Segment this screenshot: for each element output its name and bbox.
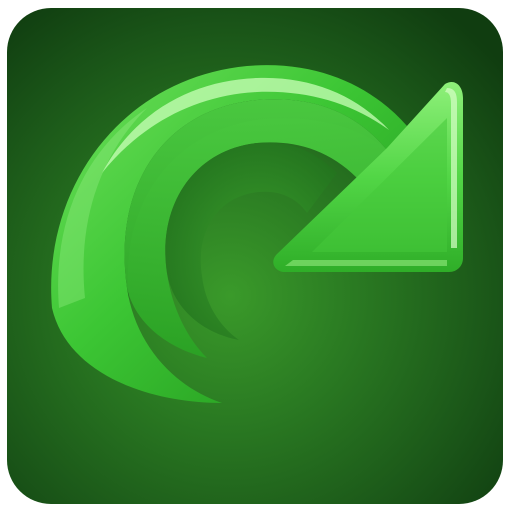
redo-arrow-icon [7,8,503,504]
icon-canvas [0,0,512,512]
app-icon-tile[interactable] [7,8,503,504]
